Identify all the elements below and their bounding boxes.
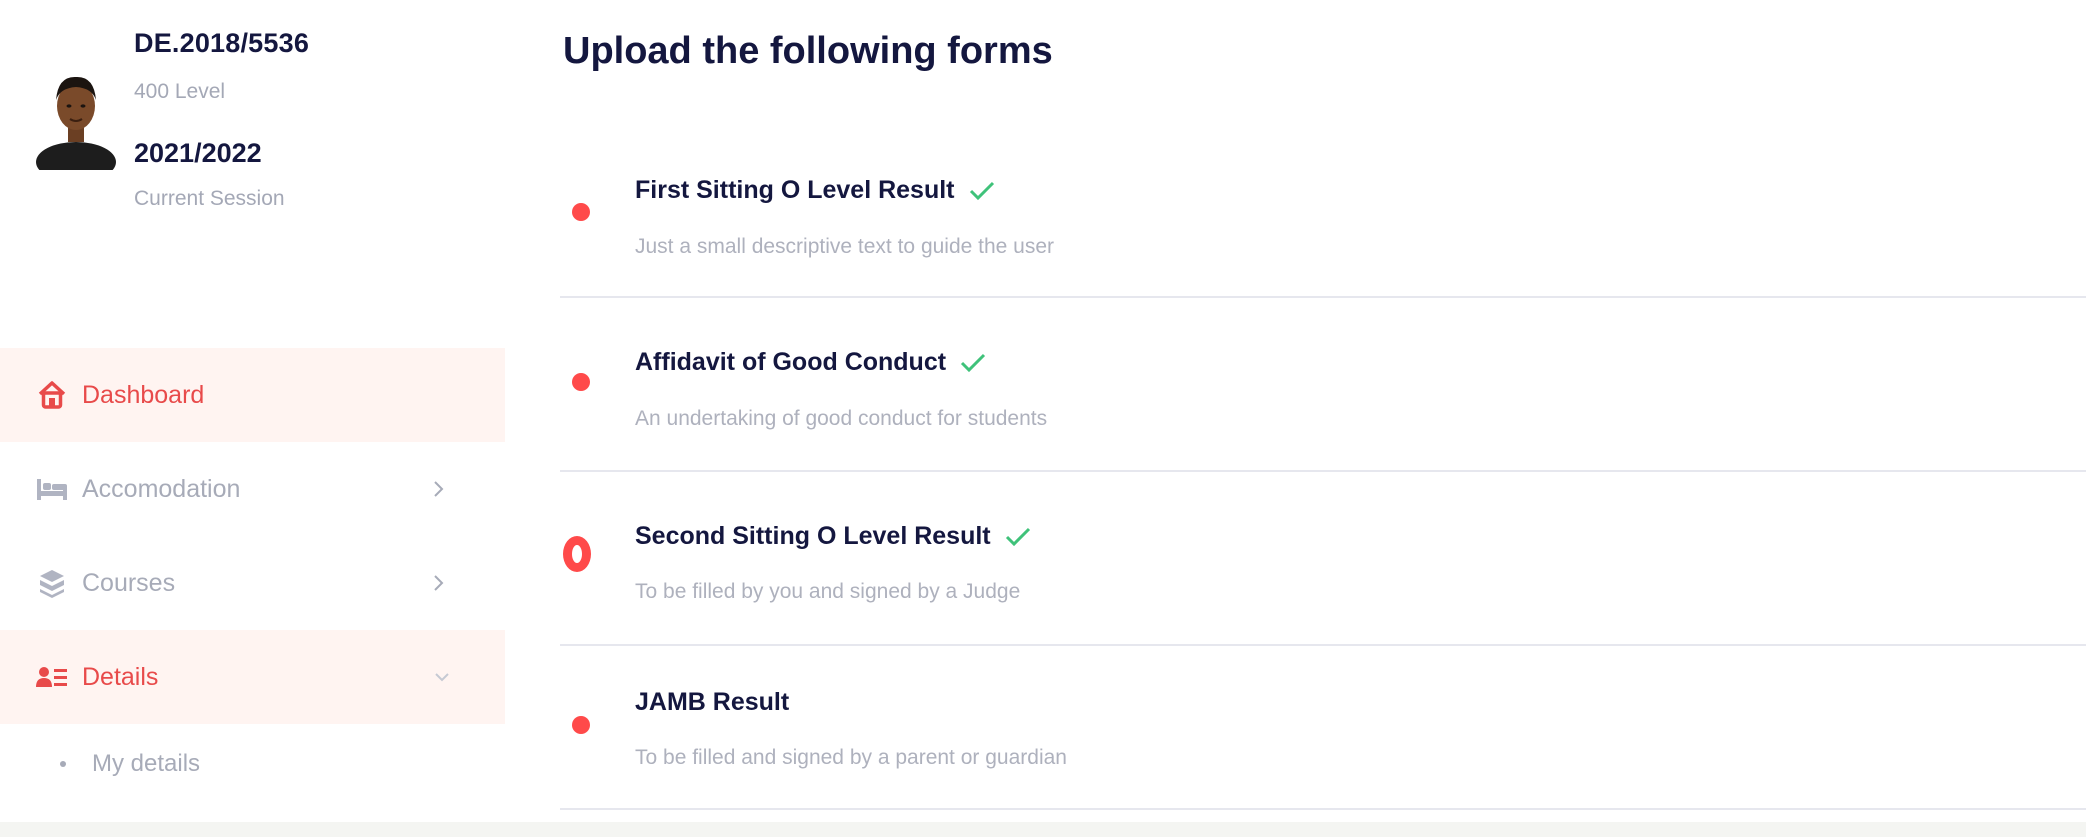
- footer-strip: [0, 822, 2086, 837]
- form-description: Just a small descriptive text to guide t…: [635, 235, 1055, 258]
- check-icon: [960, 353, 986, 373]
- form-row-first-sitting[interactable]: First Sitting O Level Result Just a smal…: [560, 124, 2086, 298]
- form-title: JAMB Result: [635, 688, 790, 716]
- session-label: Current Session: [134, 187, 285, 210]
- nav-my-details-label: My details: [92, 750, 201, 777]
- form-description: To be filled and signed by a parent or g…: [635, 746, 1067, 769]
- chevron-right-icon: [432, 536, 446, 630]
- nav-dashboard[interactable]: Dashboard: [0, 348, 505, 442]
- check-icon: [969, 181, 995, 201]
- status-dot-icon: [572, 716, 590, 734]
- form-title: First Sitting O Level Result: [635, 176, 955, 204]
- status-dot-icon: [572, 373, 590, 391]
- nav-courses[interactable]: Courses: [0, 536, 505, 630]
- nav-my-details[interactable]: My details: [60, 750, 200, 778]
- main-content: Upload the following forms First Sitting…: [560, 0, 2086, 837]
- book-stack-icon: [36, 568, 68, 598]
- id-card-icon: [36, 662, 68, 692]
- check-icon: [1005, 527, 1031, 547]
- current-session: 2021/2022: [134, 138, 262, 168]
- status-ring-icon: [563, 536, 591, 572]
- page-title: Upload the following forms: [563, 30, 1053, 72]
- form-description: To be filled by you and signed by a Judg…: [635, 580, 1021, 603]
- nav-accomodation-label: Accomodation: [82, 474, 241, 503]
- form-title: Affidavit of Good Conduct: [635, 348, 947, 376]
- chevron-down-icon: [432, 630, 452, 724]
- nav-courses-label: Courses: [82, 568, 176, 597]
- sidebar: DE.2018/5536 400 Level 2021/2022 Current…: [0, 0, 505, 837]
- chevron-right-icon: [432, 442, 446, 536]
- nav-details[interactable]: Details: [0, 630, 505, 724]
- house-icon: [36, 380, 68, 410]
- student-id: DE.2018/5536: [134, 28, 310, 58]
- nav-accomodation[interactable]: Accomodation: [0, 442, 505, 536]
- form-description: An undertaking of good conduct for stude…: [635, 407, 1048, 430]
- nav-details-label: Details: [82, 662, 159, 691]
- form-title: Second Sitting O Level Result: [635, 522, 991, 550]
- status-dot-icon: [572, 203, 590, 221]
- bed-icon: [36, 474, 68, 504]
- avatar[interactable]: [36, 70, 116, 182]
- nav-dashboard-label: Dashboard: [82, 380, 205, 409]
- student-level: 400 Level: [134, 80, 226, 103]
- profile-card: DE.2018/5536 400 Level 2021/2022 Current…: [0, 0, 505, 260]
- form-row-second-sitting[interactable]: Second Sitting O Level Result To be fill…: [560, 472, 2086, 646]
- form-row-affidavit[interactable]: Affidavit of Good Conduct An undertaking…: [560, 298, 2086, 472]
- form-row-jamb[interactable]: JAMB Result To be filled and signed by a…: [560, 646, 2086, 810]
- bullet-icon: [60, 761, 66, 767]
